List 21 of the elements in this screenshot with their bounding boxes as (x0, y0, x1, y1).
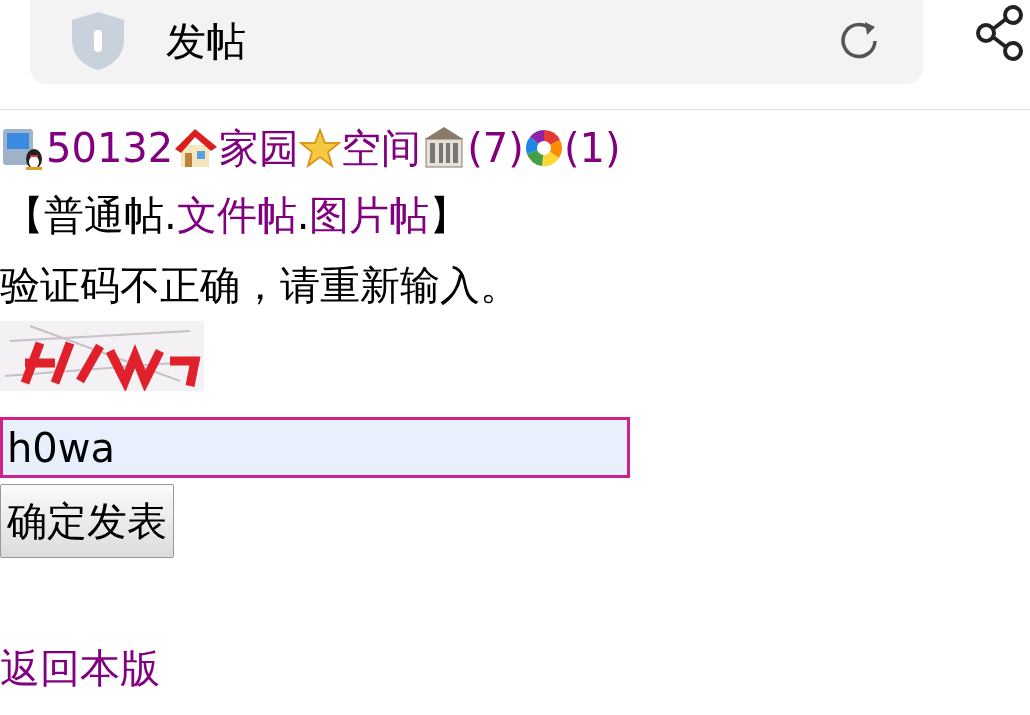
user-link[interactable]: 空间 (341, 128, 422, 168)
captcha-field[interactable]: h0wa (0, 417, 630, 478)
post-type-text: . (164, 195, 177, 235)
page-title: 发帖 (166, 16, 246, 66)
user-link[interactable]: 家园 (219, 128, 300, 168)
post-type-text: 】 (429, 195, 470, 235)
post-type-link[interactable]: 文件帖 (176, 195, 297, 235)
user-link[interactable]: (7) (467, 128, 524, 168)
post-type-link[interactable]: 图片帖 (309, 195, 430, 235)
error-message: 验证码不正确，请重新输入。 (0, 261, 521, 310)
aperture-icon (523, 128, 564, 168)
post-type-text: 【 (4, 195, 44, 235)
submit-button[interactable]: 确定发表 (0, 484, 174, 558)
address-bar[interactable]: 发帖 (30, 0, 923, 84)
post-type-text: . (296, 195, 310, 235)
post-type-text: 普通帖 (44, 195, 164, 235)
back-link[interactable]: 返回本版 (0, 645, 160, 691)
star-icon (299, 127, 342, 169)
shield-icon (70, 9, 126, 72)
user-link[interactable]: (1) (563, 128, 621, 168)
user-link[interactable]: 50132 (46, 128, 174, 168)
